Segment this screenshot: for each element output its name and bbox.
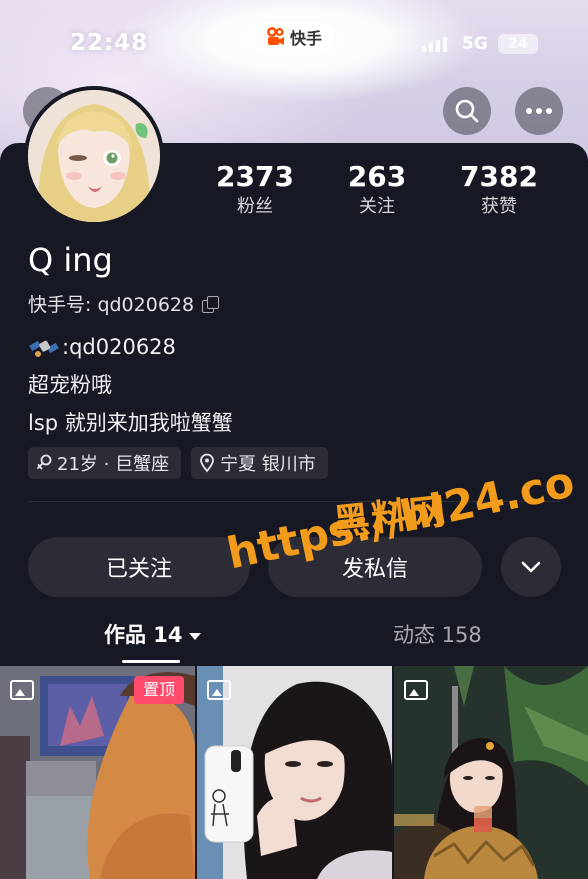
image-album-icon bbox=[207, 680, 231, 700]
expand-button[interactable] bbox=[501, 537, 561, 597]
following-button[interactable]: 已关注 bbox=[28, 537, 250, 597]
bio-line: 超宠粉哦 bbox=[28, 373, 112, 397]
search-icon bbox=[455, 99, 479, 123]
gender-female-icon bbox=[37, 454, 52, 470]
copy-icon[interactable] bbox=[202, 295, 220, 313]
age-zodiac-tag: 21岁 · 巨蟹座 bbox=[28, 447, 182, 479]
kuaishou-id-row[interactable]: 快手号: qd020628 bbox=[28, 290, 220, 317]
bio-line: lsp 就别来加我啦蟹蟹 bbox=[28, 411, 233, 435]
location-pin-icon bbox=[200, 453, 214, 473]
following-label: 关注 bbox=[359, 196, 395, 217]
location-tag: 宁夏 银川市 bbox=[191, 447, 328, 479]
kuaishou-id: 快手号: qd020628 bbox=[28, 294, 195, 316]
work-thumbnail[interactable] bbox=[197, 666, 392, 879]
work-thumbnail[interactable]: 置顶 bbox=[0, 666, 195, 879]
location-text: 宁夏 银川市 bbox=[220, 454, 316, 475]
network-type: 5G bbox=[462, 34, 488, 54]
battery-icon: 24 bbox=[498, 34, 538, 54]
works-grid: 置顶 bbox=[0, 666, 588, 879]
likes-stat[interactable]: 7382 获赞 bbox=[439, 160, 559, 220]
more-options-button[interactable] bbox=[515, 87, 563, 135]
followers-count: 2373 bbox=[216, 160, 294, 193]
work-thumbnail[interactable] bbox=[394, 666, 588, 879]
active-tab-indicator bbox=[122, 660, 180, 663]
age-zodiac-text: 21岁 · 巨蟹座 bbox=[57, 454, 170, 475]
tab-works-label: 作品 14 bbox=[104, 623, 183, 647]
satellite-emoji-icon bbox=[28, 333, 60, 361]
following-stat[interactable]: 263 关注 bbox=[317, 160, 437, 220]
status-time: 22:48 bbox=[70, 30, 149, 56]
status-bar: 22:48 快手 5G 24 bbox=[0, 0, 588, 88]
image-album-icon bbox=[10, 680, 34, 700]
followers-stat[interactable]: 2373 粉丝 bbox=[195, 160, 315, 220]
profile-nickname: Q ing bbox=[28, 241, 113, 279]
bio-id-text: :qd020628 bbox=[62, 335, 176, 359]
bio-line: :qd020628 bbox=[28, 328, 568, 366]
kuaishou-logo-icon bbox=[266, 27, 286, 47]
signal-strength-icon bbox=[422, 37, 447, 52]
tab-moments[interactable]: 动态 158 bbox=[393, 612, 482, 658]
search-button[interactable] bbox=[443, 87, 491, 135]
following-count: 263 bbox=[347, 160, 407, 193]
chevron-down-icon bbox=[521, 561, 541, 573]
app-name: 快手 bbox=[289, 29, 322, 48]
likes-count: 7382 bbox=[460, 160, 538, 193]
tab-works[interactable]: 作品 14 bbox=[104, 612, 201, 658]
caret-down-icon bbox=[188, 632, 201, 640]
likes-label: 获赞 bbox=[481, 196, 517, 217]
avatar[interactable] bbox=[24, 86, 164, 226]
pinned-badge: 置顶 bbox=[134, 676, 185, 704]
content-tabs: 作品 14 动态 158 bbox=[0, 612, 588, 663]
followers-label: 粉丝 bbox=[237, 196, 273, 217]
profile-tags: 21岁 · 巨蟹座 宁夏 银川市 bbox=[28, 447, 328, 479]
image-album-icon bbox=[404, 680, 428, 700]
battery-level: 24 bbox=[508, 36, 528, 52]
app-indicator-pill: 快手 bbox=[254, 22, 334, 52]
profile-bio: :qd020628 超宠粉哦 lsp 就别来加我啦蟹蟹 bbox=[28, 328, 568, 442]
more-dots-icon bbox=[526, 108, 552, 114]
